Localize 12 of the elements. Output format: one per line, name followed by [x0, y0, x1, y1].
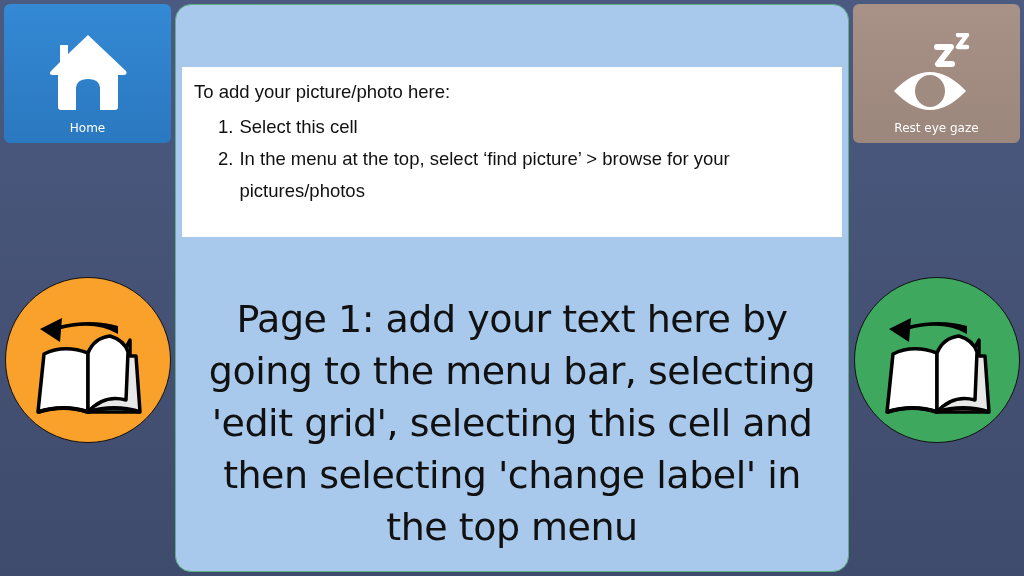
- instruction-step: Select this cell: [239, 111, 358, 143]
- step-number: 2.: [218, 147, 234, 171]
- step-number: 1.: [218, 115, 234, 139]
- content-cell[interactable]: [175, 4, 849, 572]
- book-with-arrow-icon: [33, 318, 142, 416]
- home-icon: [47, 33, 128, 111]
- book-with-arrow-icon: [882, 318, 991, 416]
- instruction-step: In the menu at the top, select ‘find picture’ > browse for your pictures/photos: [239, 143, 810, 207]
- instructions-heading: To add your picture/photo here:: [194, 81, 452, 103]
- rest-eye-gaze-button[interactable]: Rest eye gaze: [853, 4, 1020, 143]
- cell-label: Page 1: add your text here by going to the menu bar, selecting 'edit grid', selecting this cell and then selecting 'change label' in the top menu: [207, 296, 817, 551]
- home-button[interactable]: Home: [4, 4, 171, 143]
